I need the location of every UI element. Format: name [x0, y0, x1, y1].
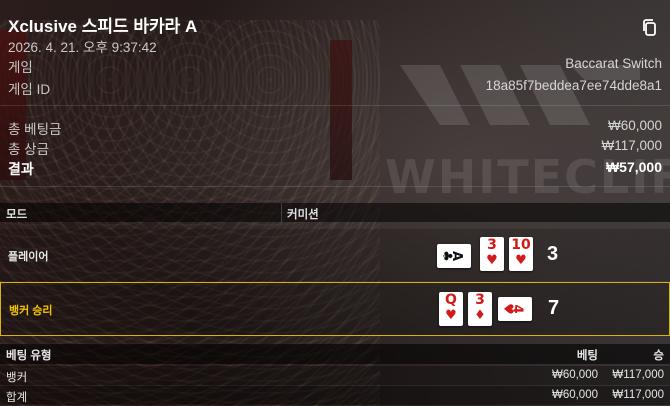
player-card-2: 3 ♥ [480, 237, 504, 271]
game-id-row: 게임 ID 18a85f7beddea7ee74dde8a1 [8, 78, 662, 98]
column-separator [281, 203, 282, 222]
mode-label: 모드 [6, 209, 28, 221]
card-rank: 3 [475, 292, 485, 308]
bets-table-header: 베팅 유형 베팅 승 [0, 344, 670, 364]
mode-header: 모드 커미션 [0, 203, 670, 222]
player-label: 플레이어 [8, 251, 49, 263]
bet-amount: ₩60,000 [551, 389, 598, 401]
result-value: ₩57,000 [605, 159, 662, 175]
player-card-1: ♣ A [437, 244, 471, 268]
total-bet-row: 총 베팅금 ₩60,000 [8, 118, 662, 138]
game-title: Xclusive 스피드 바카라 A [8, 17, 198, 36]
win-amount: ₩117,000 [612, 389, 664, 401]
banker-card-1: Q ♥ [439, 292, 463, 326]
bet-type: 합계 [6, 392, 28, 404]
banker-card-3: ♥ 4 [498, 297, 532, 321]
win-amount-header: 승 [653, 350, 664, 362]
card-rank: A [449, 250, 465, 262]
card-suit: ♥ [515, 253, 527, 268]
table-row: 뱅커 ₩60,000 ₩117,000 [0, 366, 670, 385]
total-payout-row: 총 상금 ₩117,000 [8, 138, 662, 158]
card-rank: Q [445, 292, 457, 308]
banker-hand-row: 뱅커 승리 Q ♥ 3 ♦ ♥ 4 7 [0, 282, 670, 336]
player-score: 3 [547, 243, 559, 265]
result-row: 결과 ₩57,000 [8, 159, 662, 179]
total-payout-label: 총 상금 [8, 142, 50, 157]
banker-win-label: 뱅커 승리 [9, 305, 53, 317]
card-suit: ♦ [474, 308, 486, 323]
bet-amount-header: 베팅 [576, 350, 598, 362]
bet-type-header: 베팅 유형 [6, 350, 52, 362]
game-value: Baccarat Switch [565, 56, 662, 71]
commission-label: 커미션 [287, 209, 319, 221]
divider [0, 186, 670, 187]
total-bet-label: 총 베팅금 [8, 122, 62, 137]
card-rank: 4 [509, 304, 525, 314]
game-row: 게임 Baccarat Switch [8, 56, 662, 76]
card-suit: ♥ [486, 253, 498, 268]
banker-score: 7 [548, 297, 560, 319]
bet-type: 뱅커 [6, 372, 28, 384]
table-row-total: 합계 ₩60,000 ₩117,000 [0, 386, 670, 405]
card-rank: 3 [487, 237, 497, 253]
total-bet-value: ₩60,000 [607, 118, 662, 133]
game-id-value[interactable]: 18a85f7beddea7ee74dde8a1 [486, 78, 662, 98]
win-amount: ₩117,000 [612, 369, 664, 381]
player-card-3: 10 ♥ [509, 237, 533, 271]
card-rank: 10 [511, 237, 531, 253]
divider [0, 105, 670, 106]
player-hand-row: 플레이어 ♣ A 3 ♥ 10 ♥ 3 [0, 229, 670, 281]
game-label: 게임 [8, 60, 33, 75]
bet-amount: ₩60,000 [551, 369, 598, 381]
game-id-label: 게임 ID [8, 82, 51, 97]
game-history-detail: Xclusive 스피드 바카라 A 2026. 4. 21. 오후 9:37:… [0, 0, 670, 406]
total-payout-value: ₩117,000 [601, 138, 662, 153]
card-suit: ♥ [445, 308, 457, 323]
round-datetime: 2026. 4. 21. 오후 9:37:42 [8, 40, 157, 55]
result-label: 결과 [8, 161, 34, 177]
copy-icon[interactable] [640, 18, 660, 38]
banker-card-2: 3 ♦ [468, 292, 492, 326]
